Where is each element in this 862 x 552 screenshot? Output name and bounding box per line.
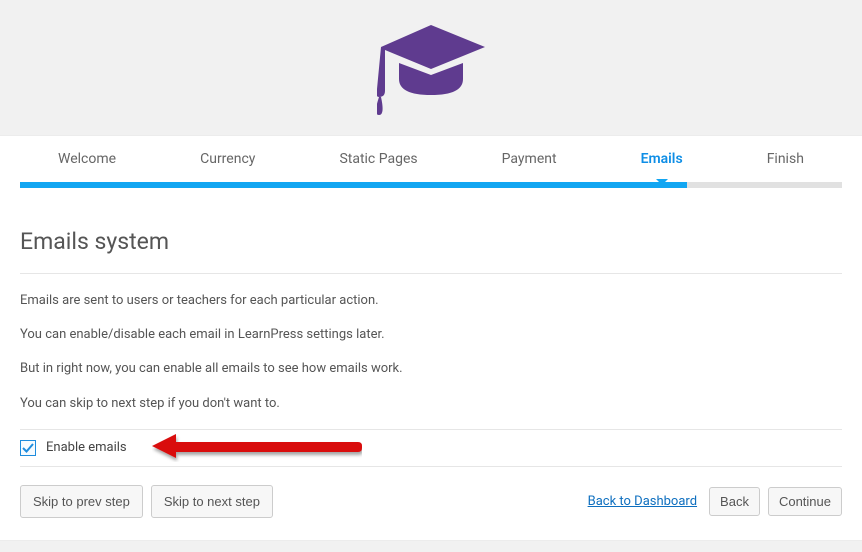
- annotation-arrow-icon: [152, 434, 362, 462]
- tab-static-pages[interactable]: Static Pages: [339, 151, 417, 167]
- description-line: You can enable/disable each email in Lea…: [20, 326, 842, 344]
- description-line: You can skip to next step if you don't w…: [20, 395, 842, 413]
- wizard-progressbar: [20, 182, 842, 188]
- skip-next-button[interactable]: Skip to next step: [151, 485, 273, 518]
- continue-button[interactable]: Continue: [768, 487, 842, 516]
- description-line: But in right now, you can enable all ema…: [20, 360, 842, 378]
- page-title: Emails system: [20, 208, 842, 274]
- wizard-tabs: Welcome Currency Static Pages Payment Em…: [0, 136, 862, 182]
- tab-payment[interactable]: Payment: [502, 151, 557, 167]
- graduation-cap-icon: [377, 25, 485, 117]
- tab-emails[interactable]: Emails: [641, 151, 683, 167]
- tab-finish[interactable]: Finish: [767, 151, 804, 167]
- back-to-dashboard-link[interactable]: Back to Dashboard: [588, 494, 697, 509]
- wizard-header: [0, 0, 862, 136]
- wizard-footer: Skip to prev step Skip to next step Back…: [20, 467, 842, 540]
- check-icon: [22, 442, 34, 454]
- description-line: Emails are sent to users or teachers for…: [20, 292, 842, 310]
- tab-welcome[interactable]: Welcome: [58, 151, 116, 167]
- enable-emails-checkbox[interactable]: [20, 440, 36, 456]
- back-button[interactable]: Back: [709, 487, 760, 516]
- enable-emails-label[interactable]: Enable emails: [46, 440, 127, 455]
- skip-prev-button[interactable]: Skip to prev step: [20, 485, 143, 518]
- tab-currency[interactable]: Currency: [200, 151, 255, 167]
- enable-emails-row: Enable emails: [20, 429, 842, 467]
